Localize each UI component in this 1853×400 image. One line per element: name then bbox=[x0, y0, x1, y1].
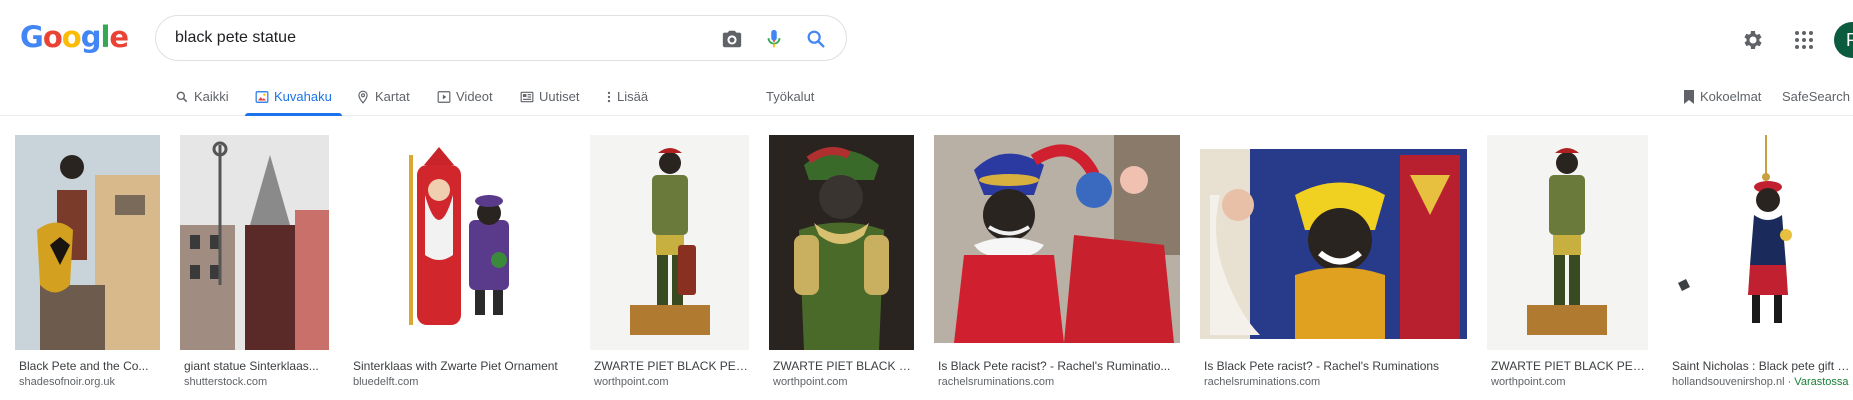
search-input[interactable] bbox=[175, 29, 695, 47]
tools-button[interactable]: Työkalut bbox=[766, 78, 814, 115]
tab-more[interactable]: Lisää bbox=[606, 78, 648, 115]
tab-news[interactable]: Uutiset bbox=[520, 78, 579, 115]
video-icon bbox=[437, 90, 451, 103]
result-thumbnail[interactable] bbox=[1200, 135, 1467, 350]
result-thumbnail[interactable] bbox=[1668, 135, 1853, 350]
safesearch-button[interactable]: SafeSearch bbox=[1782, 78, 1853, 115]
bookmark-icon bbox=[1684, 89, 1694, 104]
more-vert-icon bbox=[607, 91, 611, 102]
map-pin-icon bbox=[358, 90, 368, 104]
search-tabs: Kaikki Kuvahaku Kartat Videot Uutiset Li… bbox=[0, 78, 1853, 116]
collections-button[interactable]: Kokoelmat bbox=[1683, 78, 1761, 115]
search-icon[interactable] bbox=[804, 27, 828, 51]
apps-grid-icon[interactable] bbox=[1790, 22, 1818, 58]
search-box[interactable] bbox=[155, 15, 847, 61]
camera-icon[interactable] bbox=[720, 27, 744, 51]
result-source: hollandsouvenirshop.nl · Varastossa bbox=[1672, 376, 1849, 388]
tab-maps[interactable]: Kartat bbox=[356, 78, 410, 115]
microphone-icon[interactable] bbox=[762, 27, 786, 51]
result-thumbnail[interactable] bbox=[934, 135, 1180, 343]
result-thumbnail[interactable] bbox=[1487, 135, 1648, 350]
search-icon bbox=[176, 91, 188, 102]
google-logo[interactable]: Google bbox=[20, 20, 129, 54]
image-results: Black Pete and the Co... shadesofnoir.or… bbox=[0, 135, 1853, 400]
tab-all[interactable]: Kaikki bbox=[175, 78, 229, 115]
settings-gear-icon[interactable] bbox=[1738, 22, 1766, 58]
tab-images[interactable]: Kuvahaku bbox=[245, 78, 342, 116]
result-thumbnail[interactable] bbox=[590, 135, 749, 350]
news-icon bbox=[520, 91, 534, 102]
image-icon bbox=[255, 90, 269, 103]
account-avatar[interactable]: P bbox=[1834, 22, 1853, 58]
result-thumbnail[interactable] bbox=[180, 135, 329, 350]
result-thumbnail[interactable] bbox=[769, 135, 914, 350]
tab-videos[interactable]: Videot bbox=[437, 78, 493, 115]
result-thumbnail[interactable] bbox=[349, 135, 570, 350]
result-thumbnail[interactable] bbox=[15, 135, 160, 350]
